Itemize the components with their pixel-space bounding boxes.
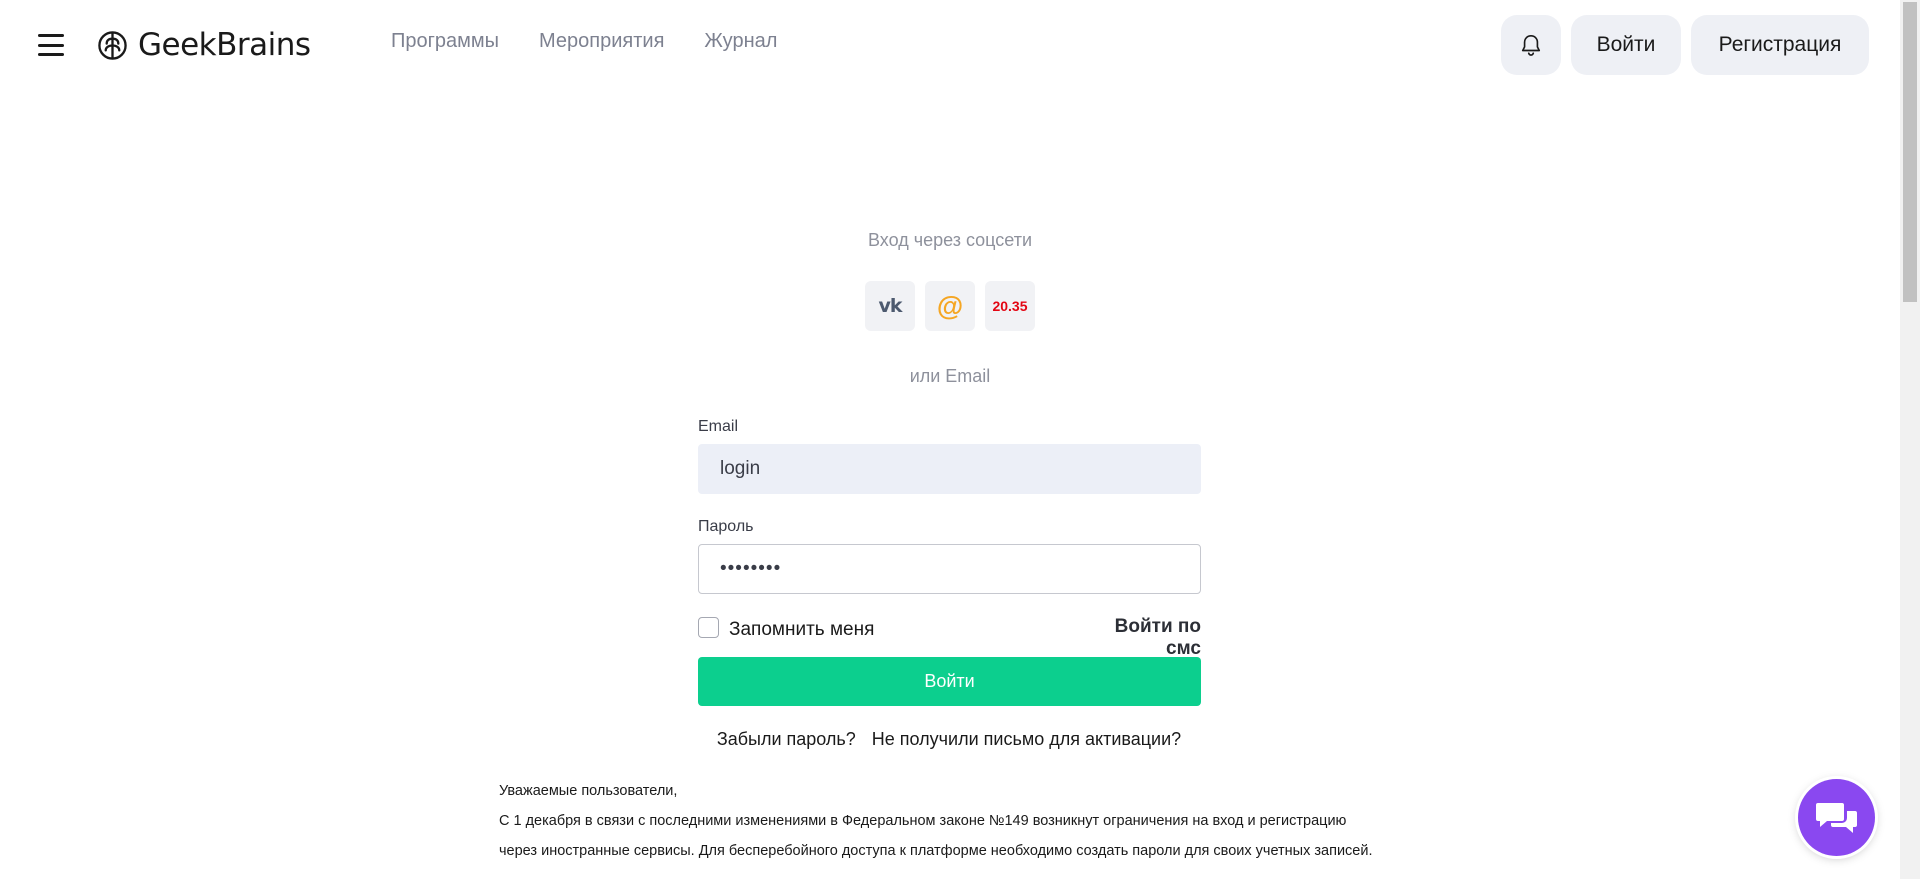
email-input[interactable] bbox=[698, 444, 1201, 494]
nav-journal[interactable]: Журнал bbox=[704, 30, 777, 53]
header-register-button[interactable]: Регистрация bbox=[1691, 15, 1869, 75]
remember-checkbox[interactable] bbox=[698, 617, 719, 638]
notice-text: С 1 декабря в связи с последними изменен… bbox=[499, 813, 1373, 859]
password-input[interactable] bbox=[698, 544, 1201, 594]
email-label: Email bbox=[698, 418, 739, 435]
password-label: Пароль bbox=[698, 518, 754, 535]
2035-login-button[interactable]: 20.35 bbox=[985, 281, 1035, 331]
chat-bubbles-icon bbox=[1815, 802, 1857, 833]
sms-login-link[interactable]: Войти по смс bbox=[1078, 616, 1201, 660]
mailru-login-button[interactable]: @ bbox=[925, 281, 975, 331]
sanctions-notice: Уважаемые пользователи, С 1 декабря в св… bbox=[499, 776, 1379, 866]
nav-events[interactable]: Мероприятия bbox=[539, 30, 664, 53]
resend-activation-link[interactable]: Не получили письмо для активации? bbox=[872, 729, 1181, 750]
help-links: Забыли пароль? Не получили письмо для ак… bbox=[0, 729, 1900, 750]
site-header: GeekBrains Программы Мероприятия Журнал … bbox=[0, 0, 1900, 90]
header-login-button[interactable]: Войти bbox=[1571, 15, 1681, 75]
social-login-title: Вход через соцсети bbox=[867, 230, 1033, 250]
vk-icon: vk bbox=[878, 295, 902, 317]
notifications-button[interactable] bbox=[1501, 15, 1561, 75]
scrollbar-thumb[interactable] bbox=[1903, 2, 1917, 302]
vk-login-button[interactable]: vk bbox=[865, 281, 915, 331]
bell-icon bbox=[1521, 35, 1541, 56]
remember-me[interactable]: Запомнить меня bbox=[698, 614, 874, 641]
or-email-divider: или Email bbox=[909, 366, 991, 386]
2035-icon: 20.35 bbox=[992, 298, 1028, 314]
notice-greeting: Уважаемые пользователи, bbox=[499, 783, 678, 799]
page-scrollbar[interactable] bbox=[1900, 0, 1920, 879]
mail-icon: @ bbox=[936, 290, 964, 321]
nav-programs[interactable]: Программы bbox=[391, 30, 499, 53]
social-login-buttons: vk @ 20.35 bbox=[865, 281, 1035, 331]
forgot-password-link[interactable]: Забыли пароль? bbox=[717, 729, 856, 750]
main-nav: Программы Мероприятия Журнал bbox=[391, 30, 777, 53]
remember-label: Запомнить меня bbox=[729, 619, 875, 640]
chat-widget-button[interactable] bbox=[1798, 779, 1875, 856]
logo-text: GeekBrains bbox=[138, 27, 311, 63]
logo[interactable]: GeekBrains bbox=[97, 25, 311, 65]
login-submit-button[interactable]: Войти bbox=[698, 657, 1201, 706]
brain-logo-icon bbox=[98, 30, 127, 60]
menu-icon[interactable] bbox=[38, 34, 64, 56]
